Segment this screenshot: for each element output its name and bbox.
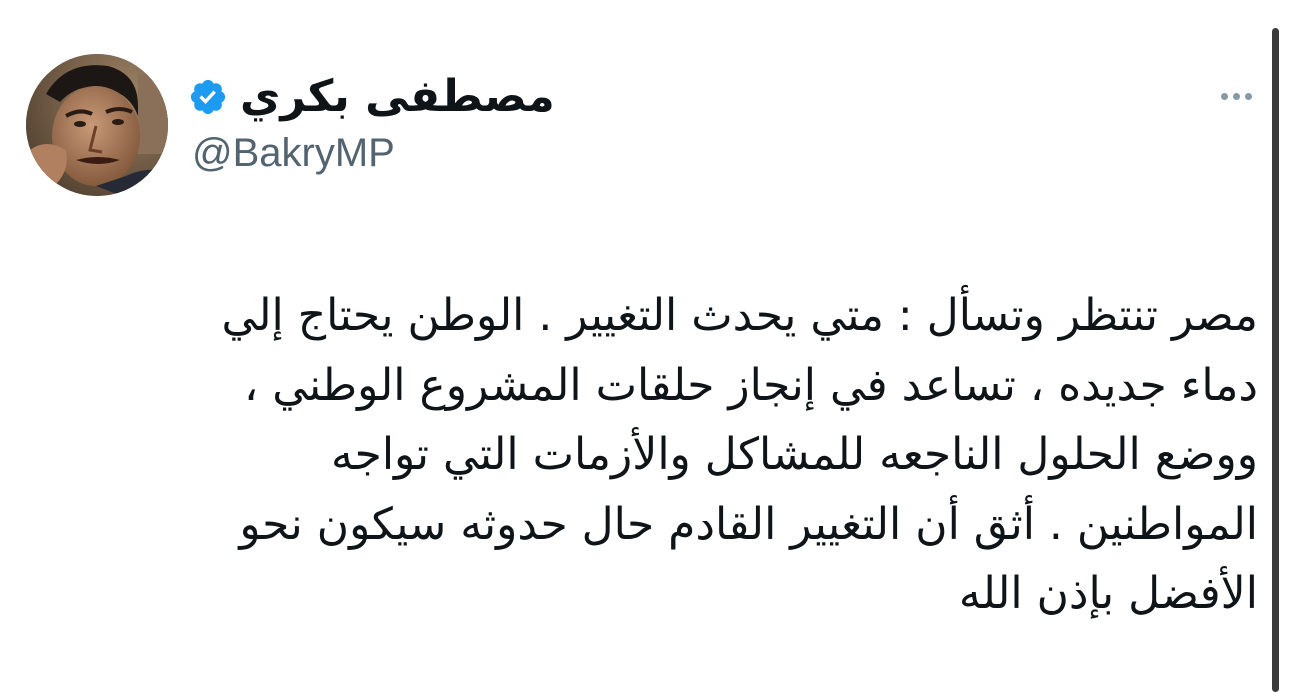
more-horizontal-icon-dot <box>1232 92 1240 100</box>
tweet-card: مصطفى بكري @BakryMP مصر تنتظر وتسأل : مت… <box>0 0 1290 692</box>
tweet-text: مصر تنتظر وتسأل : متي يحدث التغيير . الو… <box>98 281 1258 629</box>
author-name-row: مصطفى بكري <box>188 66 555 128</box>
scrollbar[interactable] <box>1272 28 1279 692</box>
tweet-text-line: مصر تنتظر وتسأل : متي يحدث التغيير . الو… <box>221 290 1258 341</box>
tweet-text-line: ووضع الحلول الناجعه للمشاكل والأزمات الت… <box>331 429 1258 480</box>
more-horizontal-icon-dot <box>1244 92 1252 100</box>
tweet-text-line: المواطنين . أثق أن التغيير القادم حال حد… <box>239 498 1258 550</box>
verified-badge-icon <box>188 77 228 117</box>
more-horizontal-icon <box>1220 92 1228 100</box>
author-display-name[interactable]: مصطفى بكري <box>240 75 555 119</box>
tweet-text-line: دماء جديده ، تساعد في إنجاز حلقات المشرو… <box>244 359 1258 411</box>
more-options-button[interactable] <box>1212 84 1260 108</box>
avatar-photo <box>26 54 168 196</box>
tweet-text-line: الأفضل بإذن الله <box>958 568 1258 619</box>
avatar[interactable] <box>26 54 168 196</box>
author-handle[interactable]: @BakryMP <box>192 133 395 173</box>
